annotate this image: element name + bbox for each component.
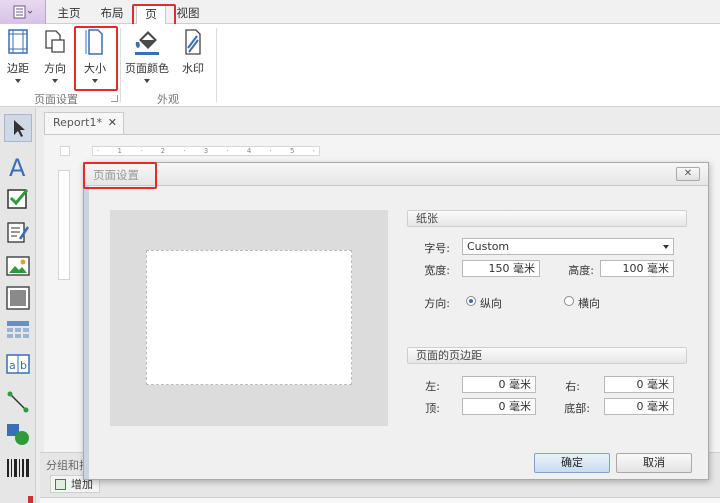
page-size-label: 大小 (84, 62, 106, 75)
document-tab[interactable]: Report1* ✕ (44, 112, 124, 134)
height-label: 高度: (568, 264, 594, 277)
svg-text:A: A (9, 154, 26, 180)
ribbon-tab-bar: 主页 布局 页 视图 (0, 0, 720, 24)
right-margin-input[interactable]: 0 毫米 (604, 376, 674, 393)
ruler-corner[interactable] (60, 146, 70, 156)
top-margin-label: 顶: (425, 402, 440, 415)
margins-icon (8, 29, 28, 54)
height-input[interactable]: 100 毫米 (600, 260, 674, 277)
tab-home[interactable]: 主页 (54, 4, 84, 24)
bottom-margin-input[interactable]: 0 毫米 (604, 398, 674, 415)
orientation-label: 方向 (44, 62, 66, 75)
preview-page-sheet (146, 250, 352, 385)
page-color-button[interactable]: 页面颜色 (124, 28, 170, 83)
barcode-icon (7, 459, 29, 477)
chevron-down-icon (92, 79, 98, 83)
right-margin-label: 右: (565, 380, 580, 393)
label-tool[interactable]: A (6, 154, 30, 182)
left-margin-input[interactable]: 0 毫米 (462, 376, 536, 393)
chevron-down-icon (52, 79, 58, 83)
line-icon (7, 391, 29, 413)
page-preview (110, 210, 388, 426)
portrait-radio[interactable] (466, 296, 476, 306)
toolbox: A ab (0, 108, 36, 503)
table-tool[interactable] (6, 318, 30, 342)
svg-text:a: a (9, 359, 16, 372)
width-label: 宽度: (424, 264, 450, 277)
shape-icon (7, 424, 29, 445)
margins-label: 边距 (7, 62, 29, 75)
panel-tool[interactable] (6, 286, 30, 310)
panel-icon (6, 286, 30, 310)
paper-size-label: 字号: (424, 242, 450, 255)
rich-text-icon (7, 222, 30, 243)
shape-tool[interactable] (6, 422, 30, 446)
dialog-close-button[interactable]: ✕ (676, 167, 700, 181)
ok-button[interactable]: 确定 (534, 453, 610, 473)
pointer-icon (14, 120, 25, 137)
add-icon (55, 479, 66, 490)
watermark-button[interactable]: 水印 (178, 28, 208, 76)
group-sort-grid-header (40, 497, 720, 503)
text-label-icon: A (9, 154, 26, 182)
tab-layout[interactable]: 布局 (96, 4, 128, 24)
character-comb-tool[interactable]: ab (6, 352, 30, 376)
picture-tool[interactable] (6, 254, 30, 278)
pointer-tool[interactable] (4, 114, 32, 142)
ribbon-panel: 边距 方向 大小 页面设置 页面颜色 水印 外观 (0, 24, 720, 107)
margins-section-header: 页面的页边距 (407, 347, 687, 364)
horizontal-ruler: · 1 · 2 · 3 · 4 · 5 · (92, 146, 320, 156)
appearance-group-label: 外观 (157, 93, 179, 106)
chevron-down-icon (15, 79, 21, 83)
dialog-title-bar[interactable]: 页面设置 ✕ (84, 163, 708, 186)
paper-section-header: 纸张 (407, 210, 687, 227)
vertical-ruler (58, 170, 70, 280)
width-input[interactable]: 150 毫米 (462, 260, 540, 277)
app-menu-icon (13, 5, 33, 19)
tab-view[interactable]: 视图 (172, 4, 204, 24)
table-icon (7, 321, 29, 338)
page-setup-group-label: 页面设置 (34, 93, 78, 106)
margins-button[interactable]: 边距 (4, 28, 32, 83)
checkbox-tool[interactable] (6, 186, 30, 210)
landscape-radio[interactable] (564, 296, 574, 306)
orientation-label: 方向: (424, 297, 450, 310)
dialog-launcher-icon[interactable] (111, 95, 118, 102)
svg-text:b: b (20, 359, 27, 372)
dialog-title: 页面设置 (93, 168, 139, 182)
scroll-indicator (28, 496, 33, 503)
close-tab-icon[interactable]: ✕ (108, 113, 117, 133)
line-tool[interactable] (6, 390, 30, 414)
bottom-margin-label: 底部: (564, 402, 590, 415)
orientation-button[interactable]: 方向 (40, 28, 70, 83)
chevron-down-icon (144, 79, 150, 83)
paper-size-select[interactable]: Custom (462, 238, 674, 255)
page-color-label: 页面颜色 (125, 62, 169, 75)
checkbox-icon (7, 189, 29, 209)
page-setup-dialog: 页面设置 ✕ 纸张 字号: Custom 宽度: 150 毫米 高度: 100 … (83, 162, 709, 480)
paint-bucket-icon (135, 31, 159, 55)
watermark-label: 水印 (182, 62, 204, 75)
character-comb-icon: ab (6, 354, 30, 374)
tab-page[interactable]: 页 (136, 4, 166, 24)
portrait-label: 纵向 (480, 297, 502, 310)
cancel-button[interactable]: 取消 (616, 453, 692, 473)
rich-text-tool[interactable] (6, 220, 30, 244)
group-separator (120, 28, 121, 102)
page-size-icon (85, 29, 103, 55)
paper-size-value: Custom (467, 240, 510, 253)
top-margin-input[interactable]: 0 毫米 (462, 398, 536, 415)
application-menu-button[interactable] (0, 0, 46, 24)
chevron-down-icon (663, 245, 669, 249)
landscape-label: 横向 (578, 297, 600, 310)
left-margin-label: 左: (425, 380, 440, 393)
watermark-icon (185, 29, 201, 55)
group-separator (216, 28, 217, 102)
barcode-tool[interactable] (6, 456, 30, 480)
dialog-edge-strip (84, 186, 89, 479)
document-tab-title: Report1* (53, 116, 102, 129)
page-size-button[interactable]: 大小 (80, 28, 110, 83)
orientation-icon (45, 30, 65, 53)
picture-icon (6, 256, 30, 276)
